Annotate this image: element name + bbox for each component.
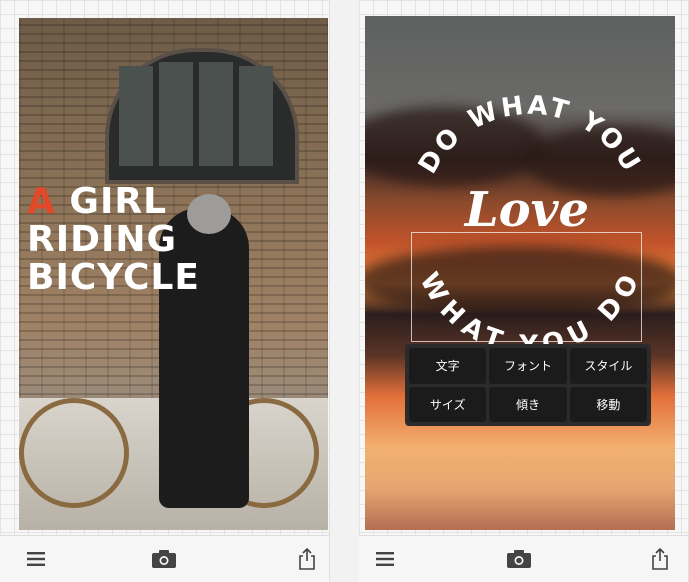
edit-menu: 文字 フォント スタイル サイズ 傾き 移動	[405, 344, 651, 426]
size-button[interactable]: サイズ	[409, 386, 487, 422]
share-icon[interactable]	[646, 546, 674, 572]
bottom-toolbar	[359, 535, 688, 582]
photo-canvas[interactable]: A GIRL RIDING BICYCLE	[19, 18, 328, 530]
left-screen: A GIRL RIDING BICYCLE	[0, 0, 330, 582]
camera-icon[interactable]	[505, 546, 533, 572]
poster-line3: BICYCLE	[27, 257, 200, 298]
move-button[interactable]: 移動	[569, 386, 647, 422]
arched-window	[105, 48, 299, 184]
poster-text[interactable]: A GIRL RIDING BICYCLE	[27, 183, 200, 297]
poster-letter-a: A	[27, 181, 56, 222]
share-icon[interactable]	[293, 546, 321, 572]
bottom-toolbar	[0, 535, 329, 582]
photo-canvas[interactable]: DO WHAT YOU WHAT YOU DO Love 文字 フォント スタイ…	[365, 16, 675, 530]
circular-text-top: DO WHAT YOU	[413, 91, 644, 179]
camera-icon[interactable]	[150, 546, 178, 572]
center-script-text: Love	[464, 182, 590, 238]
svg-text:DO WHAT YOU: DO WHAT YOU	[413, 91, 647, 179]
menu-icon[interactable]	[371, 546, 399, 572]
right-screen: DO WHAT YOU WHAT YOU DO Love 文字 フォント スタイ…	[359, 0, 689, 582]
style-button[interactable]: スタイル	[569, 348, 647, 384]
menu-icon[interactable]	[22, 546, 50, 572]
font-button[interactable]: フォント	[489, 348, 567, 384]
poster-line1: GIRL	[69, 181, 168, 222]
front-wheel	[19, 398, 129, 508]
poster-line2: RIDING	[27, 219, 178, 260]
text-button[interactable]: 文字	[409, 348, 487, 384]
selection-box[interactable]	[411, 232, 642, 342]
tilt-button[interactable]: 傾き	[489, 386, 567, 422]
